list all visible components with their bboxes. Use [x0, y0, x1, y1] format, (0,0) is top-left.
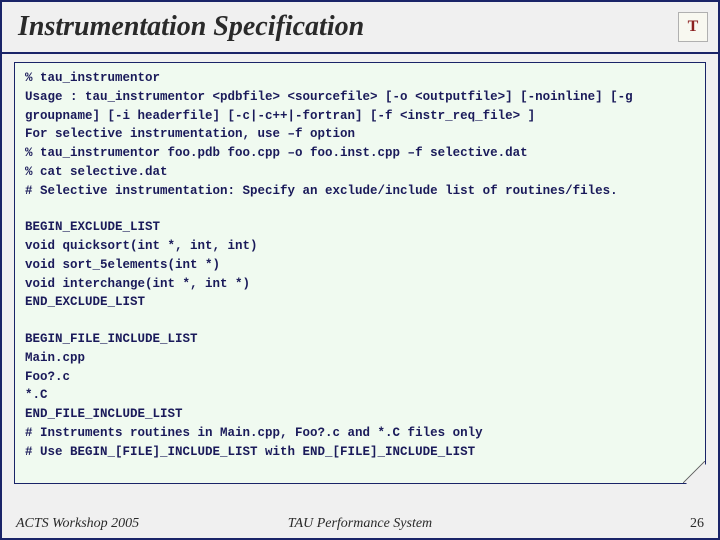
title-bar: Instrumentation Specification T	[2, 2, 718, 54]
slide: Instrumentation Specification T % tau_in…	[0, 0, 720, 540]
code-line: % cat selective.dat	[25, 163, 695, 182]
code-line: void quicksort(int *, int, int)	[25, 237, 695, 256]
code-line: void interchange(int *, int *)	[25, 275, 695, 294]
code-line	[25, 200, 695, 218]
code-line: # Selective instrumentation: Specify an …	[25, 182, 695, 201]
code-line: END_FILE_INCLUDE_LIST	[25, 405, 695, 424]
code-line: *.C	[25, 386, 695, 405]
code-line: # Use BEGIN_[FILE]_INCLUDE_LIST with END…	[25, 443, 695, 462]
code-line: BEGIN_FILE_INCLUDE_LIST	[25, 330, 695, 349]
code-line: For selective instrumentation, use –f op…	[25, 125, 695, 144]
code-line: # Instruments routines in Main.cpp, Foo?…	[25, 424, 695, 443]
footer-left: ACTS Workshop 2005	[16, 516, 245, 532]
code-line: Foo?.c	[25, 368, 695, 387]
slide-title: Instrumentation Specification	[18, 11, 364, 43]
code-line: Usage : tau_instrumentor <pdbfile> <sour…	[25, 88, 695, 126]
code-line: END_EXCLUDE_LIST	[25, 293, 695, 312]
code-line: % tau_instrumentor	[25, 69, 695, 88]
footer-page-number: 26	[475, 516, 704, 532]
footer: ACTS Workshop 2005 TAU Performance Syste…	[16, 516, 704, 532]
page-fold-icon	[683, 461, 705, 483]
code-line: Main.cpp	[25, 349, 695, 368]
code-line: % tau_instrumentor foo.pdb foo.cpp –o fo…	[25, 144, 695, 163]
code-content: % tau_instrumentorUsage : tau_instrument…	[25, 69, 695, 461]
code-line	[25, 312, 695, 330]
footer-center: TAU Performance System	[245, 516, 474, 532]
code-line: void sort_5elements(int *)	[25, 256, 695, 275]
code-line: BEGIN_EXCLUDE_LIST	[25, 218, 695, 237]
code-box: % tau_instrumentorUsage : tau_instrument…	[14, 62, 706, 484]
tau-logo-icon: T	[678, 12, 708, 42]
